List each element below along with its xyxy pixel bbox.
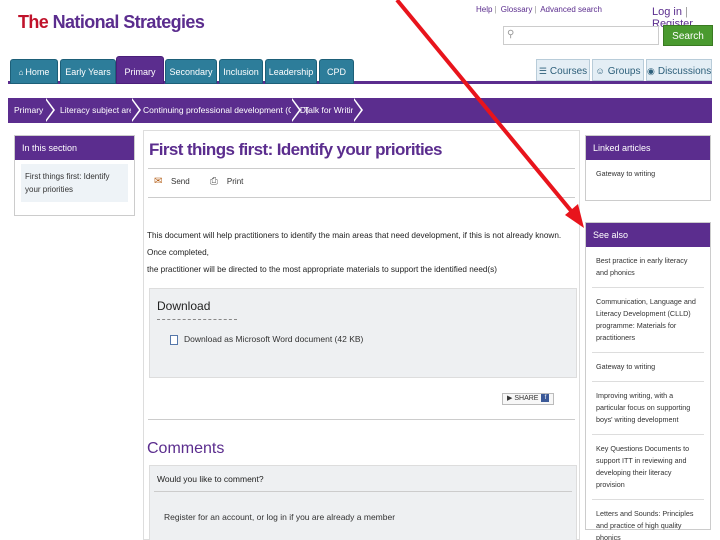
intro-line: This document will help practitioners to… — [147, 231, 562, 257]
share-button[interactable]: ▶ SHARE f — [502, 393, 555, 405]
search-input[interactable]: ⚲ — [503, 26, 659, 45]
login-link[interactable]: Log in — [652, 6, 682, 18]
tab-home[interactable]: ⌂ Home — [10, 59, 58, 84]
send-label: Send — [171, 177, 190, 187]
word-document-icon — [170, 334, 178, 345]
tab-label: Groups — [607, 66, 641, 77]
see-also-item[interactable]: Improving writing, with a particular foc… — [592, 382, 704, 435]
see-also-item[interactable]: Best practice in early literacy and phon… — [592, 247, 704, 288]
help-link[interactable]: Help — [476, 5, 492, 14]
share-icon: ▶ — [507, 395, 513, 402]
tab-label: Home — [25, 67, 50, 77]
tab-inclusion[interactable]: Inclusion — [219, 59, 263, 84]
download-heading: Download — [157, 299, 211, 313]
tab-label: Courses — [549, 66, 588, 77]
breadcrumb-literacy[interactable]: Literacy subject area — [54, 98, 138, 123]
search-button[interactable]: Search — [663, 25, 713, 46]
see-also-panel: See also Best practice in early literacy… — [585, 222, 711, 540]
linked-articles-panel: Linked articles Gateway to writing — [585, 135, 711, 201]
page-actions: ✉ Send ⎙ Print — [154, 176, 261, 188]
logo-name: National Strategies — [52, 12, 205, 32]
print-button[interactable]: ⎙ Print — [210, 176, 243, 188]
breadcrumb-cpd[interactable]: Continuing professional development (CPD… — [137, 98, 309, 123]
print-label: Print — [226, 177, 244, 187]
main-content: First things first: Identify your priori… — [143, 130, 580, 540]
comments-question: Would you like to comment? — [157, 474, 264, 484]
dotted-divider — [157, 319, 237, 320]
facebook-icon: f — [541, 394, 550, 403]
divider — [148, 168, 575, 169]
separator: | — [685, 6, 688, 18]
linked-article-item[interactable]: Gateway to writing — [592, 160, 704, 188]
see-also-item[interactable]: Gateway to writing — [592, 353, 704, 382]
print-icon: ⎙ — [209, 176, 218, 187]
utility-links: Help | Glossary | Advanced search — [476, 5, 604, 14]
glossary-link[interactable]: Glossary — [501, 5, 533, 14]
tab-discussions[interactable]: ◉ Discussions — [646, 59, 712, 81]
tab-secondary[interactable]: Secondary — [165, 59, 217, 84]
discussions-icon: ◉ — [647, 66, 655, 76]
section-link-first-things-first[interactable]: First things first: Identify your priori… — [21, 164, 128, 202]
separator: | — [494, 5, 497, 14]
download-panel: Download Download as Microsoft Word docu… — [149, 288, 577, 378]
comments-heading: Comments — [147, 440, 225, 457]
download-link-label: Download as Microsoft Word document (42 … — [184, 334, 364, 344]
tab-cpd[interactable]: CPD — [319, 59, 354, 84]
separator: | — [534, 5, 537, 14]
breadcrumb-talk-for-writing[interactable]: Talk for Writing — [298, 98, 360, 123]
send-button[interactable]: ✉ Send — [154, 176, 190, 188]
download-word-link[interactable]: Download as Microsoft Word document (42 … — [170, 334, 363, 345]
intro-text: This document will help practitioners to… — [147, 227, 579, 278]
register-login-link[interactable]: Register for an account, or log in if yo… — [164, 512, 395, 522]
tab-leadership[interactable]: Leadership — [265, 59, 317, 84]
share-label: SHARE — [514, 395, 539, 402]
comments-panel: Would you like to comment? Register for … — [149, 465, 577, 540]
linked-articles-heading: Linked articles — [586, 136, 710, 160]
page-title: First things first: Identify your priori… — [149, 140, 442, 159]
breadcrumb-primary[interactable]: Primary — [8, 98, 43, 123]
main-navigation: ⌂ Home Early Years Primary Secondary Incl… — [8, 56, 712, 84]
send-icon: ✉ — [154, 176, 163, 187]
tab-groups[interactable]: ☺ Groups — [592, 59, 644, 81]
site-logo[interactable]: The National Strategies — [18, 12, 205, 33]
section-panel: In this section First things first: Iden… — [14, 135, 135, 216]
tab-courses[interactable]: ☰ Courses — [536, 59, 590, 81]
home-icon: ⌂ — [18, 68, 24, 77]
logo-the: The — [18, 12, 49, 32]
advanced-search-link[interactable]: Advanced search — [540, 5, 602, 14]
see-also-heading: See also — [586, 223, 710, 247]
intro-line: the practitioner will be directed to the… — [147, 265, 497, 274]
see-also-item[interactable]: Letters and Sounds: Principles and pract… — [592, 500, 704, 540]
divider — [148, 419, 575, 420]
tab-label: Discussions — [657, 66, 712, 77]
divider — [148, 197, 575, 198]
see-also-item[interactable]: Key Questions Documents to support ITT i… — [592, 435, 704, 500]
section-heading: In this section — [15, 136, 134, 160]
tab-early-years[interactable]: Early Years — [60, 59, 116, 84]
courses-icon: ☰ — [538, 66, 547, 76]
divider — [154, 491, 572, 492]
groups-icon: ☺ — [595, 66, 605, 76]
see-also-item[interactable]: Communication, Language and Literacy Dev… — [592, 288, 704, 353]
breadcrumb-separator — [353, 98, 363, 122]
breadcrumb: Primary Literacy subject area Continuing… — [8, 98, 712, 123]
tab-primary[interactable]: Primary — [116, 56, 164, 84]
search-icon: ⚲ — [507, 29, 515, 40]
